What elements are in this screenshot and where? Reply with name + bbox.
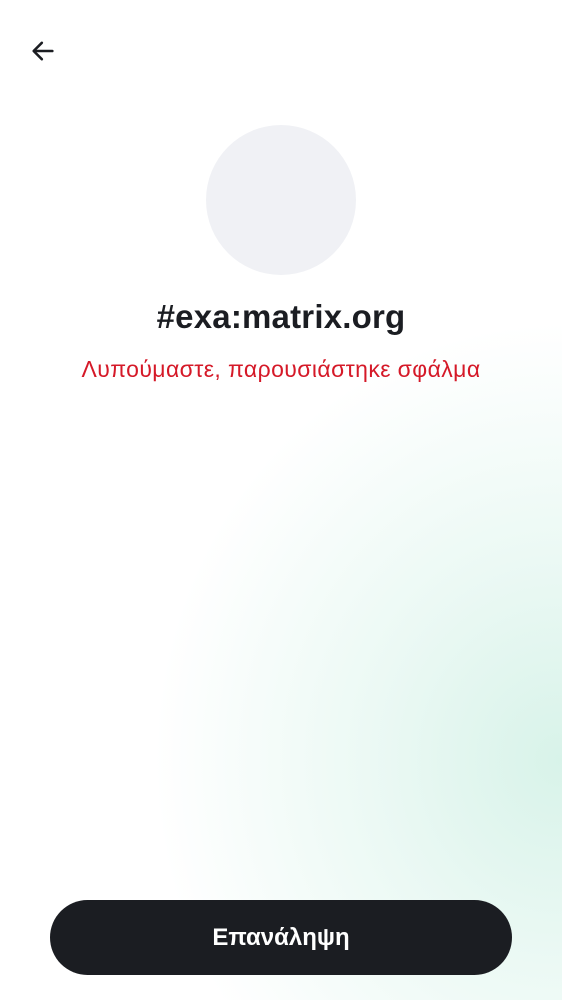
room-title: #exa:matrix.org xyxy=(156,298,406,335)
back-button[interactable] xyxy=(22,30,64,72)
arrow-left-icon xyxy=(32,41,54,61)
room-avatar xyxy=(206,125,356,275)
room-error-screen: #exa:matrix.org Λυπούμαστε, παρουσιάστηκ… xyxy=(0,0,562,1000)
error-message: Λυπούμαστε, παρουσιάστηκε σφάλμα xyxy=(81,356,481,382)
retry-button[interactable]: Επανάληψη xyxy=(50,900,512,975)
